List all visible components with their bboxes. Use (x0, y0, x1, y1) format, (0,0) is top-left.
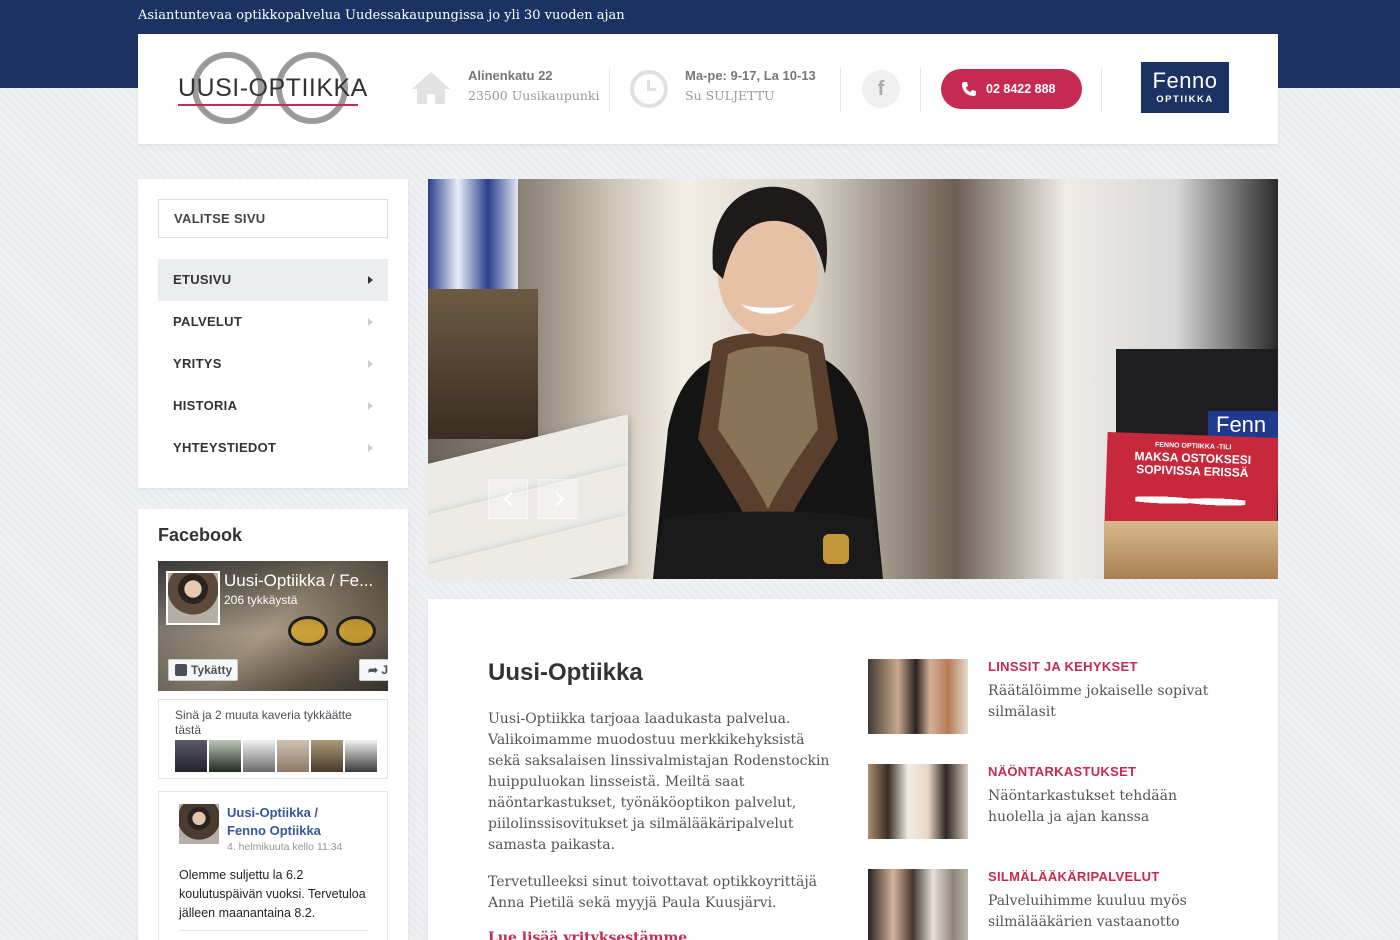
service-title[interactable]: LINSSIT JA KEHYKSET (988, 659, 1138, 674)
post-author-avatar[interactable] (179, 804, 219, 844)
nav-item-label: ETUSIVU (173, 272, 232, 287)
slide-ad-poster: FENNO OPTIIKKA -TILI MAKSA OSTOKSESI SOP… (1104, 432, 1278, 530)
phone-button[interactable]: 02 8422 888 (941, 69, 1082, 109)
service-item[interactable]: LINSSIT JA KEHYKSET Räätälöimme jokaisel… (868, 659, 1248, 749)
slider-prev-button[interactable] (488, 479, 528, 519)
service-title[interactable]: NÄÖNTARKASTUKSET (988, 764, 1136, 779)
nav-item-palvelut[interactable]: PALVELUT (158, 301, 388, 343)
facebook-icon (175, 664, 187, 676)
logo-underline (178, 104, 358, 106)
slide-image-desk (1104, 521, 1278, 579)
address-street: Alinenkatu 22 (468, 68, 553, 83)
sidebar-nav: ETUSIVU PALVELUT YRITYS HISTORIA YHTEYST… (158, 259, 388, 469)
main-content: Uusi-Optiikka Uusi-Optiikka tarjoaa laad… (428, 599, 1278, 940)
home-icon (412, 72, 450, 104)
post-text: Olemme suljettu la 6.2 koulutuspäivän vu… (179, 868, 366, 920)
facebook-widget: Facebook Uusi-Optiikka / Fe... 206 tykkä… (138, 509, 408, 940)
share-icon: ➦ (368, 663, 379, 677)
slide-image-shelf (428, 289, 538, 439)
header-divider (920, 68, 921, 112)
hero-slider: Fenn FENNO OPTIIKKA -TILI MAKSA OSTOKSES… (428, 179, 1278, 579)
phone-number: 02 8422 888 (986, 82, 1056, 96)
like-button-label: Tykätty (191, 663, 233, 677)
service-description: Näöntarkastukset tehdään huolella ja aja… (988, 788, 1177, 825)
partner-sub: OPTIIKKA (1156, 94, 1214, 105)
facebook-like-button[interactable]: Tykätty (168, 659, 238, 681)
service-item[interactable]: SILMÄLÄÄKÄRIPALVELUT Palveluihimme kuulu… (868, 869, 1248, 940)
site-header: UUSI-OPTIIKKA Alinenkatu 22 23500 Uusika… (138, 34, 1278, 144)
welcome-paragraph: Tervetulleeksi sinut toivottavat optikko… (488, 874, 818, 911)
friends-avatars (175, 740, 379, 772)
slider-next-button[interactable] (538, 479, 578, 519)
nav-item-historia[interactable]: HISTORIA (158, 385, 388, 427)
post-divider (179, 930, 369, 931)
service-thumbnail[interactable] (868, 764, 968, 839)
nav-item-label: YRITYS (173, 356, 222, 371)
header-divider (609, 68, 610, 112)
nav-item-yritys[interactable]: YRITYS (158, 343, 388, 385)
service-item[interactable]: NÄÖNTARKASTUKSET Näöntarkastukset tehdää… (868, 764, 1248, 854)
nav-item-label: PALVELUT (173, 314, 243, 329)
post-author-name[interactable]: Uusi-Optiikka / Fenno Optiikka (227, 804, 347, 840)
fenno-optiikka-logo[interactable]: Fenno OPTIIKKA (1141, 62, 1229, 113)
hours-weekdays: Ma-pe: 9-17, La 10-13 (685, 68, 816, 83)
friend-avatar[interactable] (243, 740, 275, 772)
service-thumbnail[interactable] (868, 869, 968, 940)
clock-icon (630, 70, 668, 108)
facebook-page-avatar[interactable] (166, 571, 220, 625)
service-description: Palveluihimme kuuluu myös silmälääkärien… (988, 893, 1187, 930)
facebook-icon[interactable]: f (862, 70, 900, 108)
facebook-friends-box: Sinä ja 2 muuta kaveria tykkäätte tästä (158, 699, 388, 779)
friend-avatar[interactable] (277, 740, 309, 772)
intro-paragraph: Uusi-Optiikka tarjoaa laadukasta palvelu… (488, 711, 830, 853)
share-button-label: J (381, 663, 388, 677)
chevron-right-icon (368, 444, 373, 452)
facebook-share-button[interactable]: ➦ J (359, 659, 388, 681)
chevron-right-icon (368, 360, 373, 368)
tagline: Asiantuntevaa optikkopalvelua Uudessakau… (138, 8, 625, 23)
chevron-right-icon (368, 276, 373, 284)
address-block: Alinenkatu 22 23500 Uusikaupunki (468, 68, 600, 103)
site-logo[interactable]: UUSI-OPTIIKKA (176, 50, 368, 130)
friend-avatar[interactable] (175, 740, 207, 772)
facebook-like-count: 206 tykkäystä (224, 593, 298, 607)
header-divider (840, 68, 841, 112)
nav-item-yhteystiedot[interactable]: YHTEYSTIEDOT (158, 427, 388, 469)
page-title: Uusi-Optiikka (488, 659, 643, 686)
friends-like-text: Sinä ja 2 muuta kaveria tykkäätte tästä (175, 708, 352, 737)
facebook-post: Uusi-Optiikka / Fenno Optiikka 4. helmik… (158, 791, 388, 940)
address-city: 23500 Uusikaupunki (468, 88, 600, 103)
sidebar-menu: VALITSE SIVU ETUSIVU PALVELUT YRITYS HIS… (138, 179, 408, 488)
nav-item-etusivu[interactable]: ETUSIVU (158, 259, 388, 301)
facebook-page-cover[interactable]: Uusi-Optiikka / Fe... 206 tykkäystä Tykä… (158, 561, 388, 691)
ad-image-eyes (1135, 491, 1246, 511)
facebook-widget-title: Facebook (158, 525, 243, 545)
chevron-right-icon (368, 402, 373, 410)
friend-avatar[interactable] (209, 740, 241, 772)
friend-avatar[interactable] (345, 740, 377, 772)
partner-name: Fenno (1152, 68, 1218, 93)
friend-avatar[interactable] (311, 740, 343, 772)
header-divider (1101, 68, 1102, 112)
service-description: Räätälöimme jokaiselle sopivat silmälasi… (988, 683, 1209, 720)
service-title[interactable]: SILMÄLÄÄKÄRIPALVELUT (988, 869, 1160, 884)
slide-image-person (653, 186, 883, 579)
chevron-right-icon (368, 318, 373, 326)
nav-item-label: YHTEYSTIEDOT (173, 440, 277, 455)
ad-headline: MAKSA OSTOKSESI SOPIVISSA ERISSÄ (1134, 448, 1252, 480)
facebook-page-name[interactable]: Uusi-Optiikka / Fe... (224, 571, 386, 591)
select-page-dropdown[interactable]: VALITSE SIVU (158, 199, 388, 238)
post-date[interactable]: 4. helmikuuta kello 11:34 (227, 841, 342, 853)
hours-sunday: Su SULJETTU (685, 88, 775, 103)
slide-image-shelf (428, 179, 518, 289)
phone-icon (962, 82, 976, 96)
opening-hours: Ma-pe: 9-17, La 10-13 Su SULJETTU (685, 68, 816, 103)
logo-text: UUSI-OPTIIKKA (178, 74, 368, 102)
nav-item-label: HISTORIA (173, 398, 238, 413)
read-more-link[interactable]: Lue lisää yrityksestämme (488, 930, 687, 940)
service-thumbnail[interactable] (868, 659, 968, 734)
slide-fenno-sign: Fenn (1208, 411, 1278, 439)
